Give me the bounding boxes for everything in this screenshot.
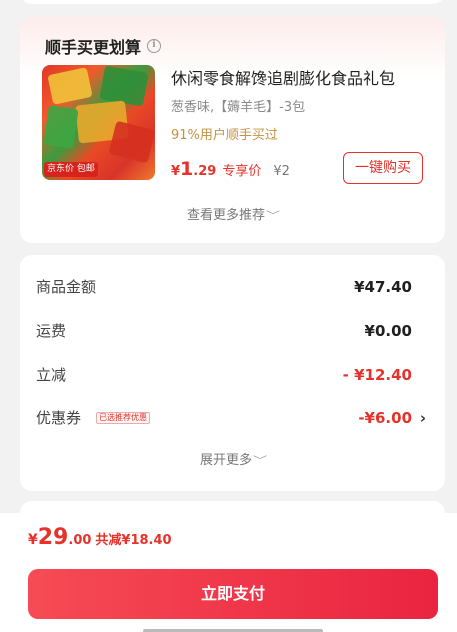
total-price: ¥ 29 .00 共减¥18.40 [28, 525, 172, 550]
price-summary-card: 商品金额 ¥47.40 运费 ¥0.00 立减 - ¥12.40 优惠券 已选推… [20, 255, 445, 491]
price-currency: ¥ [171, 164, 181, 179]
summary-row-goods-amount: 商品金额 ¥47.40 [36, 275, 412, 299]
summary-label: 立减 [36, 366, 67, 384]
total-integer: 29 [37, 525, 69, 550]
recommend-card: 顺手买更划算 i 京东价 包邮 休闲零食解馋追剧膨化食品礼包 葱香味,【薅羊毛】… [20, 17, 445, 243]
chevron-right-icon[interactable]: › [420, 406, 426, 430]
summary-value: -¥6.00 [358, 409, 412, 427]
thumb-badge: 京东价 包邮 [44, 162, 98, 177]
product-price-row: ¥1.29 专享价 ¥2 [171, 158, 290, 180]
expand-more[interactable]: 展开更多﹀ [20, 449, 445, 468]
info-icon[interactable]: i [147, 39, 162, 53]
summary-value: ¥47.40 [354, 278, 412, 296]
thumb-package [43, 105, 79, 149]
total-decimal: .00 [68, 533, 92, 548]
price-integer: 1 [180, 158, 194, 180]
exclusive-price-label: 专享价 [222, 164, 262, 179]
summary-row-coupon[interactable]: 优惠券 已选推荐优惠 -¥6.00 › [36, 406, 426, 430]
expand-more-label: 展开更多 [199, 453, 252, 468]
summary-row-instant-discount: 立减 - ¥12.40 [36, 363, 412, 387]
see-more-label: 查看更多推荐 [186, 208, 265, 223]
product-thumbnail[interactable]: 京东价 包邮 [42, 65, 155, 180]
previous-card-edge [20, 0, 445, 4]
original-price: ¥2 [273, 164, 290, 179]
summary-label: 商品金额 [36, 278, 97, 296]
thumb-package [99, 65, 149, 107]
checkout-bar: ¥ 29 .00 共减¥18.40 立即支付 [0, 513, 457, 632]
summary-row-shipping: 运费 ¥0.00 [36, 319, 412, 343]
recommend-title-text: 顺手买更划算 [45, 38, 142, 57]
chevron-down-icon: ﹀ [253, 456, 267, 467]
total-saved: 共减¥18.40 [95, 533, 172, 548]
product-price: ¥1.29 [171, 158, 216, 180]
see-more-recommendations[interactable]: 查看更多推荐﹀ [20, 204, 445, 223]
summary-label: 优惠券 [36, 409, 82, 427]
chevron-down-icon: ﹀ [266, 211, 280, 222]
total-currency: ¥ [28, 532, 38, 548]
price-decimal: .29 [193, 164, 217, 179]
one-click-buy-button[interactable]: 一键购买 [343, 152, 423, 184]
pay-now-button[interactable]: 立即支付 [28, 569, 438, 619]
thumb-package [47, 67, 93, 105]
summary-value: ¥0.00 [364, 322, 412, 340]
product-title[interactable]: 休闲零食解馋追剧膨化食品礼包 [171, 65, 395, 89]
thumb-package [108, 120, 155, 164]
social-proof: 91%用户顺手买过 [171, 128, 278, 143]
product-spec: 葱香味,【薅羊毛】-3包 [171, 100, 306, 115]
recommend-title: 顺手买更划算 i [45, 34, 162, 58]
summary-value: - ¥12.40 [342, 366, 412, 384]
summary-label: 运费 [36, 322, 67, 340]
coupon-badge: 已选推荐优惠 [96, 412, 150, 424]
